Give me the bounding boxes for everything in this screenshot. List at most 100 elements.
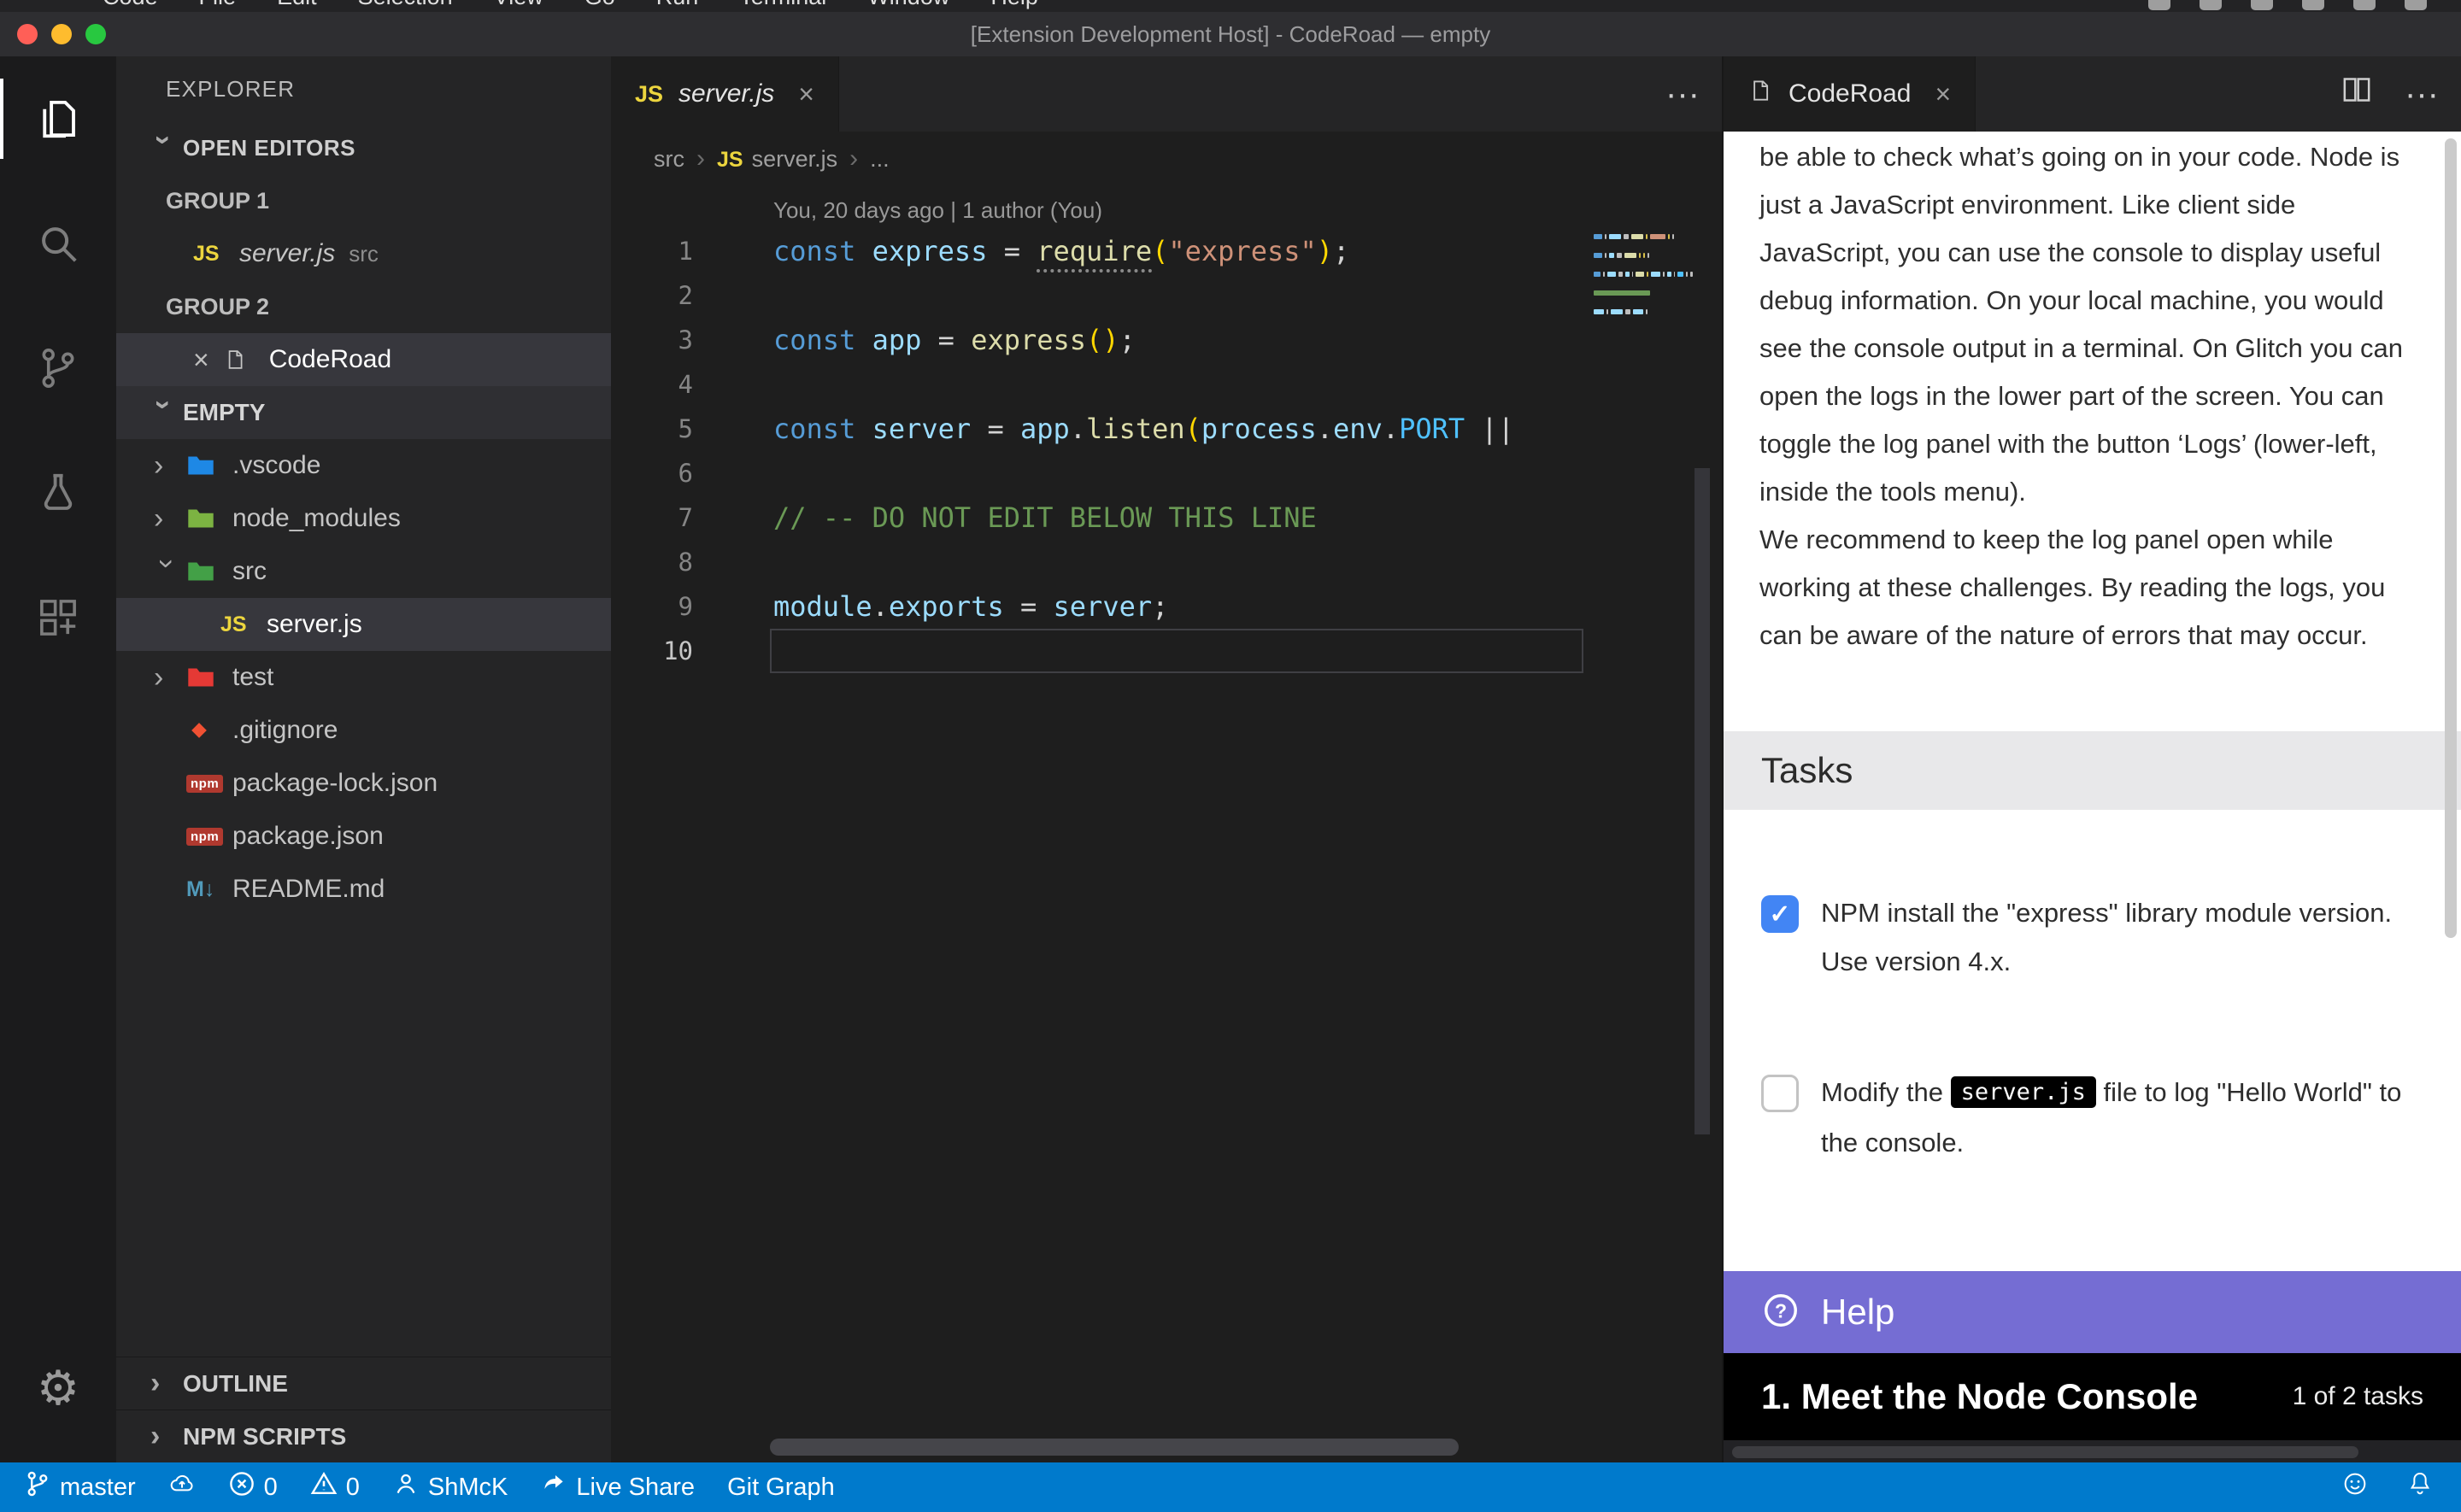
code-text <box>739 451 773 495</box>
close-tab-icon[interactable]: × <box>1935 79 1951 110</box>
live-share-icon <box>540 1470 567 1504</box>
code-text: const express = require("express"); <box>739 229 1349 273</box>
question-circle-icon: ? <box>1761 1291 1800 1334</box>
code-line-4[interactable]: 4 <box>611 362 1722 407</box>
task-text: Modify the server.js file to log "Hello … <box>1821 1068 2402 1167</box>
more-actions-icon[interactable]: ··· <box>1665 75 1700 114</box>
breadcrumb-item-src[interactable]: src <box>654 146 684 173</box>
status-bar: master 00 ShMcK Live Share Git Graph <box>0 1462 2461 1512</box>
tab-coderoad[interactable]: CodeRoad × <box>1724 56 1976 132</box>
split-editor-icon[interactable] <box>2340 73 2374 115</box>
status-feedback[interactable] <box>2341 1470 2369 1504</box>
close-tab-icon[interactable]: × <box>798 79 814 110</box>
workspace-header-empty[interactable]: ›EMPTY <box>116 386 611 439</box>
menu-item-code[interactable]: Code <box>103 0 158 12</box>
window-controls[interactable] <box>17 24 106 44</box>
activity-explorer-icon[interactable] <box>0 56 116 181</box>
file-server.js[interactable]: JSserver.js <box>116 598 611 651</box>
editor-vertical-scrollbar[interactable] <box>1695 468 1710 1134</box>
menu-item-window[interactable]: Window <box>867 0 949 12</box>
code-line-3[interactable]: 3const app = express(); <box>611 318 1722 362</box>
code-line-9[interactable]: 9module.exports = server; <box>611 584 1722 629</box>
code-line-1[interactable]: 1const express = require("express"); <box>611 229 1722 273</box>
checkbox-checked[interactable]: ✓ <box>1761 895 1799 933</box>
maximize-window-button[interactable] <box>85 24 106 44</box>
minimize-window-button[interactable] <box>51 24 72 44</box>
error-icon <box>228 1470 255 1504</box>
status-bell[interactable] <box>2406 1470 2434 1504</box>
workspace-name: EMPTY <box>183 399 265 426</box>
help-bar[interactable]: ? Help <box>1724 1271 2461 1353</box>
close-icon[interactable]: × <box>193 344 209 376</box>
line-number: 5 <box>611 407 739 451</box>
section-npm-scripts[interactable]: ›NPM SCRIPTS <box>116 1409 611 1462</box>
codelens-annotation[interactable]: You, 20 days ago | 1 author (You) <box>611 191 1722 229</box>
lesson-paragraph: be able to check what’s going on in your… <box>1759 133 2411 516</box>
folder-nodemodules[interactable]: ›node_modules <box>116 492 611 545</box>
status-0[interactable]: 0 <box>310 1470 360 1504</box>
open-editor-server.js[interactable]: JSserver.jssrc <box>116 227 611 280</box>
status-master[interactable]: master <box>24 1470 136 1504</box>
file-package.json[interactable]: npmpackage.json <box>116 810 611 863</box>
file-.gitignore[interactable]: .gitignore <box>116 704 611 757</box>
menu-item-edit[interactable]: Edit <box>277 0 317 12</box>
menu-item-run[interactable]: Run <box>656 0 699 12</box>
code-line-8[interactable]: 8 <box>611 540 1722 584</box>
checkbox-unchecked[interactable] <box>1761 1075 1799 1112</box>
code-line-10[interactable]: 10 <box>611 629 1722 673</box>
folder-.vscode[interactable]: ›.vscode <box>116 439 611 492</box>
menu-item-go[interactable]: Go <box>584 0 615 12</box>
activity-settings-icon[interactable]: ⚙ <box>0 1326 116 1450</box>
lesson-text: be able to check what’s going on in your… <box>1759 133 2411 659</box>
code-line-6[interactable]: 6 <box>611 451 1722 495</box>
code-line-7[interactable]: 7// -- DO NOT EDIT BELOW THIS LINE <box>611 495 1722 540</box>
file-README.md[interactable]: M↓README.md <box>116 863 611 916</box>
activity-source-control-icon[interactable] <box>0 306 116 431</box>
gutter-spacer <box>611 191 739 229</box>
breadcrumb-separator-icon: › <box>849 144 858 173</box>
file-tree: ›EMPTY›.vscode›node_modules›srcJSserver.… <box>116 386 611 916</box>
minimap[interactable] <box>1594 234 1693 328</box>
file-package-lock.json[interactable]: npmpackage-lock.json <box>116 757 611 810</box>
status-cloud-upload[interactable] <box>168 1470 196 1504</box>
status-git-graph[interactable]: Git Graph <box>727 1474 835 1502</box>
section-outline[interactable]: ›OUTLINE <box>116 1357 611 1409</box>
open-editor-coderoad[interactable]: ×CodeRoad <box>116 333 611 386</box>
tasks-title: Tasks <box>1761 750 1853 791</box>
code-line-5[interactable]: 5const server = app.listen(process.env.P… <box>611 407 1722 451</box>
breadcrumb-item-serverjs[interactable]: JSserver.js <box>717 146 837 173</box>
menu-item-view[interactable]: View <box>494 0 543 12</box>
editor-horizontal-scrollbar[interactable] <box>770 1439 1459 1456</box>
code-line-2[interactable]: 2 <box>611 273 1722 318</box>
folder-src[interactable]: ›src <box>116 545 611 598</box>
file-icon <box>223 348 264 372</box>
editor-tabbar: JS server.js × ··· <box>611 56 1722 132</box>
close-window-button[interactable] <box>17 24 38 44</box>
panel-scrollbar[interactable] <box>2445 138 2457 938</box>
code-editor[interactable]: You, 20 days ago | 1 author (You)1const … <box>611 186 1722 1462</box>
item-label: package.json <box>232 822 384 851</box>
lesson-paragraph: We recommend to keep the log panel open … <box>1759 516 2411 659</box>
menu-item-help[interactable]: Help <box>990 0 1038 12</box>
menu-item-selection[interactable]: Selection <box>358 0 453 12</box>
sidebar-bottom-sections: ›OUTLINE›NPM SCRIPTS <box>116 1357 611 1462</box>
tab-server-js[interactable]: JS server.js × <box>611 56 839 132</box>
code-text <box>739 362 773 407</box>
tasks-header: Tasks <box>1724 731 2461 810</box>
status-live-share[interactable]: Live Share <box>540 1470 695 1504</box>
minimap-line <box>1594 262 1693 267</box>
more-actions-icon[interactable]: ··· <box>2405 75 2439 114</box>
menu-item-terminal[interactable]: Terminal <box>739 0 826 12</box>
folder-test[interactable]: ›test <box>116 651 611 704</box>
status-shmck[interactable]: ShMcK <box>392 1470 508 1504</box>
activity-extensions-icon[interactable] <box>0 555 116 680</box>
menu-item-file[interactable]: File <box>199 0 237 12</box>
open-editors-header[interactable]: ›OPEN EDITORS <box>116 121 611 174</box>
section-label: NPM SCRIPTS <box>183 1423 346 1450</box>
line-number: 7 <box>611 495 739 540</box>
status-0[interactable]: 0 <box>228 1470 278 1504</box>
step-bar[interactable]: 1. Meet the Node Console 1 of 2 tasks <box>1724 1353 2461 1440</box>
activity-search-icon[interactable] <box>0 181 116 306</box>
breadcrumb-item-[interactable]: ... <box>870 146 890 173</box>
activity-run-debug-icon[interactable] <box>0 431 116 555</box>
